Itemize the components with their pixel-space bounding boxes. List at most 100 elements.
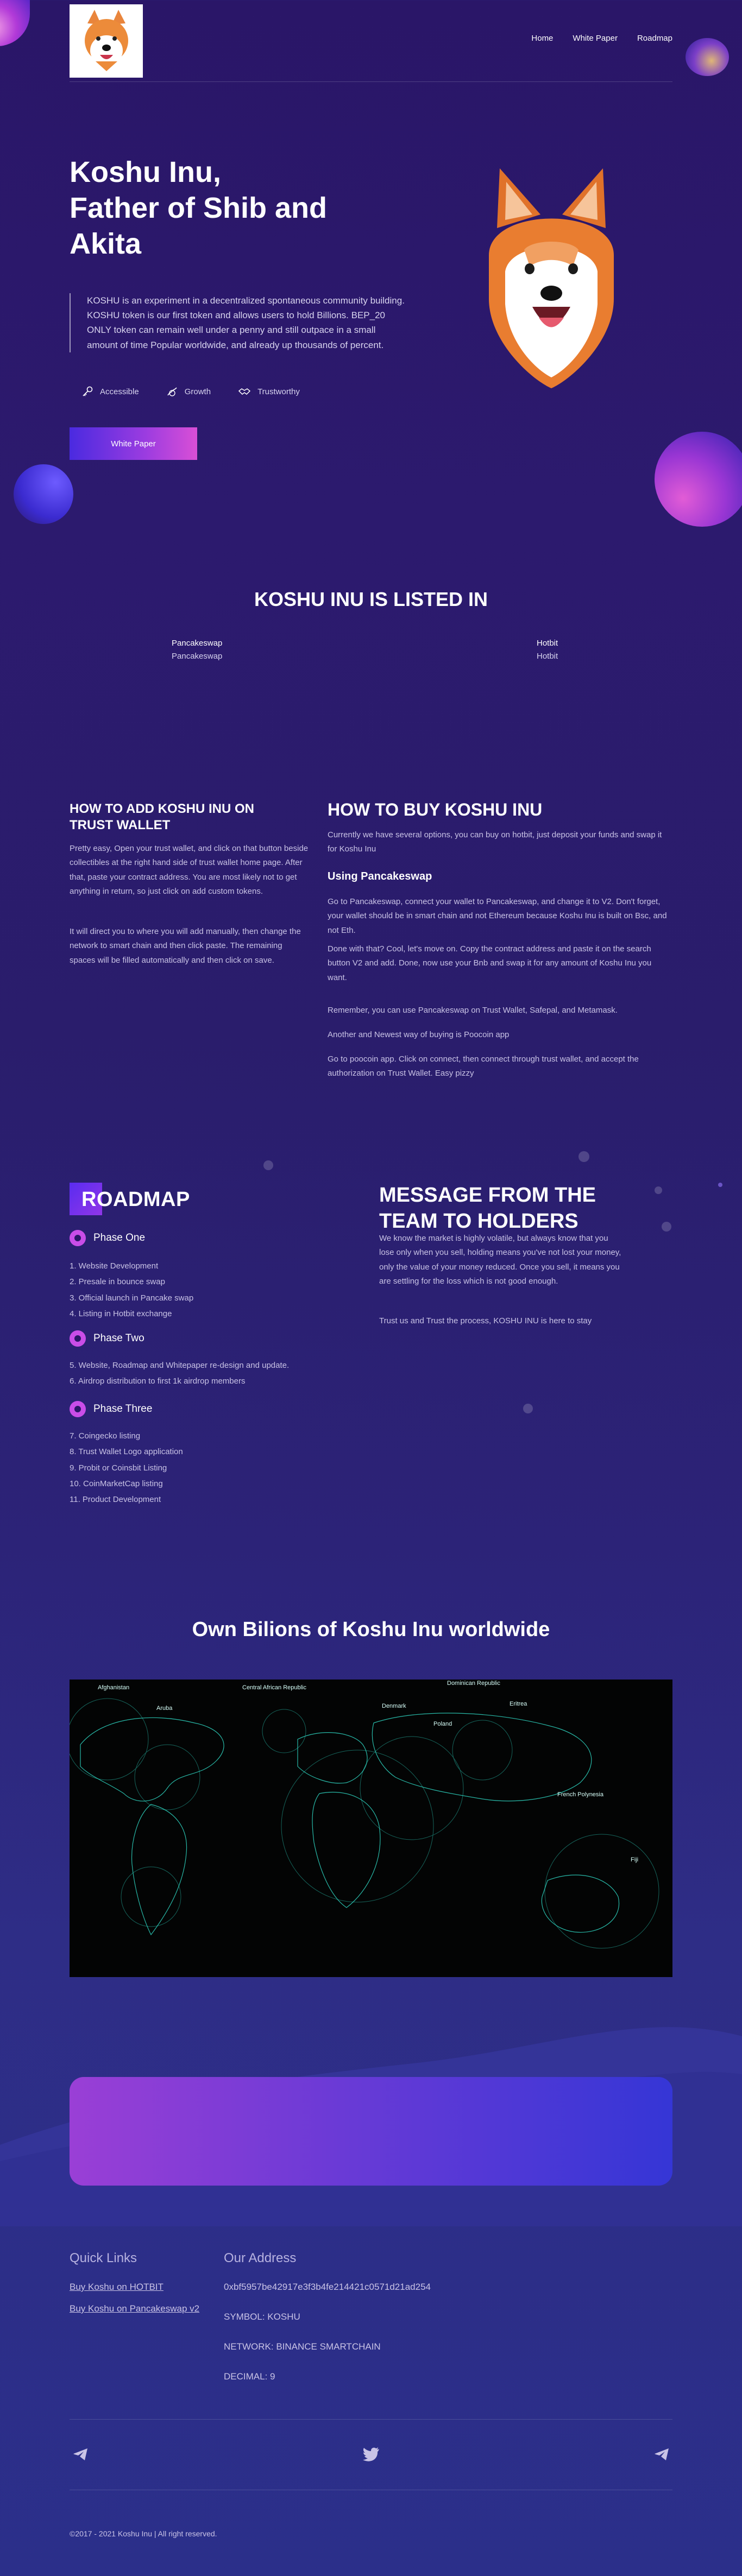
map-label: Central African Republic [242, 1684, 307, 1691]
nav-white-paper-link[interactable]: White Paper [573, 34, 618, 43]
phase-three-list: 7. Coingecko listing 8. Trust Wallet Log… [70, 1428, 183, 1507]
main-nav: Home White Paper Roadmap [531, 34, 672, 43]
twitter-icon[interactable] [360, 2444, 382, 2465]
shiba-logo-icon [84, 10, 128, 71]
nav-roadmap-link[interactable]: Roadmap [637, 34, 672, 43]
decor-bubble [662, 1222, 671, 1232]
list-item: 7. Coingecko listing [70, 1431, 141, 1441]
phase-name: Phase Three [93, 1403, 153, 1415]
decor-bubble [655, 1186, 662, 1194]
list-item: 9. Probit or Coinsbit Listing [70, 1463, 167, 1473]
map-label: Dominican Republic [447, 1680, 500, 1687]
shiba-inu-illustration [489, 168, 614, 388]
buy-pancakeswap-link[interactable]: Buy Koshu on Pancakeswap v2 [70, 2303, 199, 2314]
decor-orb-top-left [0, 0, 30, 46]
hero-title: Koshu Inu, Father of Shib and Akita [70, 155, 406, 262]
nav-home-link[interactable]: Home [531, 34, 553, 43]
social-links [70, 2444, 672, 2465]
phase-name: Phase One [93, 1232, 146, 1243]
phase-one-header: Phase One [70, 1230, 145, 1246]
phase-name: Phase Two [93, 1333, 144, 1344]
hero-description: KOSHU is an experiment in a decentralize… [70, 293, 406, 352]
feature-accessible: Accessible [81, 386, 139, 397]
phase-one-list: 1. Website Development 2. Presale in bou… [70, 1258, 193, 1322]
hotbit-logo-alt: Hotbit [537, 639, 558, 648]
phase-marker-icon [70, 1230, 86, 1246]
map-label: Aruba [156, 1705, 173, 1712]
phase-three-header: Phase Three [70, 1401, 152, 1417]
list-item: 8. Trust Wallet Logo application [70, 1447, 183, 1457]
list-item: 1. Website Development [70, 1261, 159, 1271]
how-to-buy-paragraph-4: Another and Newest way of buying is Pooc… [328, 1030, 510, 1039]
listed-section-title: KOSHU INU IS LISTED IN [254, 588, 488, 610]
feature-trustworthy: Trustworthy [238, 386, 300, 397]
quick-links-title: Quick Links [70, 2251, 137, 2265]
using-pancakeswap-subtitle: Using Pancakeswap [328, 870, 432, 882]
team-message-title: MESSAGE FROM THE TEAM TO HOLDERS [379, 1184, 596, 1233]
buy-hotbit-link[interactable]: Buy Koshu on HOTBIT [70, 2282, 164, 2293]
how-to-buy-intro: Currently we have several options, you c… [328, 830, 662, 854]
list-item: 10. CoinMarketCap listing [70, 1479, 163, 1488]
how-to-buy-paragraph-3: Remember, you can use Pancakeswap on Tru… [328, 1006, 618, 1015]
token-symbol: SYMBOL: KOSHU [224, 2312, 300, 2322]
telegram-icon[interactable] [70, 2444, 91, 2465]
worldwide-title: Own Bilions of Koshu Inu worldwide [192, 1618, 550, 1641]
footer-divider [70, 2419, 672, 2420]
decor-bubble [523, 1404, 533, 1413]
how-to-buy-paragraph-5: Go to poocoin app. Click on connect, the… [328, 1055, 639, 1078]
key-icon [83, 386, 93, 396]
map-label: French Polynesia [557, 1791, 604, 1798]
hero-title-line-1: Koshu Inu, [70, 156, 221, 188]
listing-hotbit[interactable]: Hotbit Hotbit [537, 637, 558, 663]
hero-features: Accessible Growth Trustworthy [81, 386, 300, 397]
feature-label: Trustworthy [257, 387, 300, 396]
world-map-graphic: Afghanistan Aruba Central African Republ… [70, 1680, 659, 1949]
copyright: ©2017 - 2021 Koshu Inu | All right reser… [70, 2529, 217, 2538]
telegram-icon[interactable] [651, 2444, 672, 2465]
listing-pancakeswap[interactable]: Pancakeswap Pancakeswap [172, 637, 222, 663]
decor-bubble [578, 1151, 589, 1162]
how-to-buy-paragraph-1: Go to Pancakeswap, connect your wallet t… [328, 897, 667, 935]
world-map: Afghanistan Aruba Central African Republ… [70, 1680, 672, 1977]
how-to-add-title: HOW TO ADD KOSHU INU ON TRUST WALLET [70, 801, 254, 832]
map-label: Denmark [382, 1703, 406, 1709]
map-label: Fiji [631, 1857, 638, 1863]
handshake-icon [238, 388, 251, 395]
header-divider [70, 81, 672, 82]
phase-marker-icon [70, 1330, 86, 1347]
list-item: 6. Airdrop distribution to first 1k aird… [70, 1377, 246, 1386]
logo[interactable] [70, 4, 143, 78]
white-paper-button[interactable]: White Paper [70, 427, 197, 460]
hero-title-line-3: Akita [70, 227, 142, 260]
growth-icon [167, 387, 177, 396]
hero-title-line-2: Father of Shib and [70, 191, 328, 224]
decor-bubble [718, 1183, 722, 1187]
list-item: 4. Listing in Hotbit exchange [70, 1309, 172, 1318]
list-item: 2. Presale in bounce swap [70, 1277, 165, 1287]
how-to-add-paragraph-1: Pretty easy, Open your trust wallet, and… [70, 844, 309, 896]
feature-growth: Growth [166, 386, 211, 397]
list-item: 3. Official launch in Pancake swap [70, 1293, 194, 1303]
team-message-paragraph-2: Trust us and Trust the process, KOSHU IN… [379, 1316, 592, 1325]
pancakeswap-logo-alt: Pancakeswap [172, 639, 223, 648]
contract-address: 0xbf5957be42917e3f3b4fe214421c0571d21ad2… [224, 2282, 431, 2292]
decor-orb-left [14, 464, 73, 524]
address-title: Our Address [224, 2251, 297, 2265]
map-label: Eritrea [510, 1701, 527, 1707]
how-to-buy-title: HOW TO BUY KOSHU INU [328, 800, 543, 819]
team-message-paragraph-1: We know the market is highly volatile, b… [379, 1234, 621, 1286]
decor-bubble [263, 1160, 273, 1170]
phase-two-header: Phase Two [70, 1330, 144, 1347]
hotbit-label: Hotbit [537, 652, 558, 661]
map-label: Afghanistan [98, 1684, 129, 1691]
roadmap-title: ROADMAP [81, 1188, 190, 1211]
map-label: Poland [433, 1721, 452, 1727]
token-network: NETWORK: BINANCE SMARTCHAIN [224, 2341, 381, 2352]
decor-orb-top-right [686, 38, 729, 76]
how-to-add-paragraph-2: It will direct you to where you will add… [70, 927, 301, 965]
token-decimal: DECIMAL: 9 [224, 2371, 275, 2382]
list-item: 11. Product Development [70, 1495, 161, 1504]
feature-label: Growth [184, 387, 211, 396]
feature-label: Accessible [100, 387, 139, 396]
list-item: 5. Website, Roadmap and Whitepaper re-de… [70, 1361, 290, 1370]
